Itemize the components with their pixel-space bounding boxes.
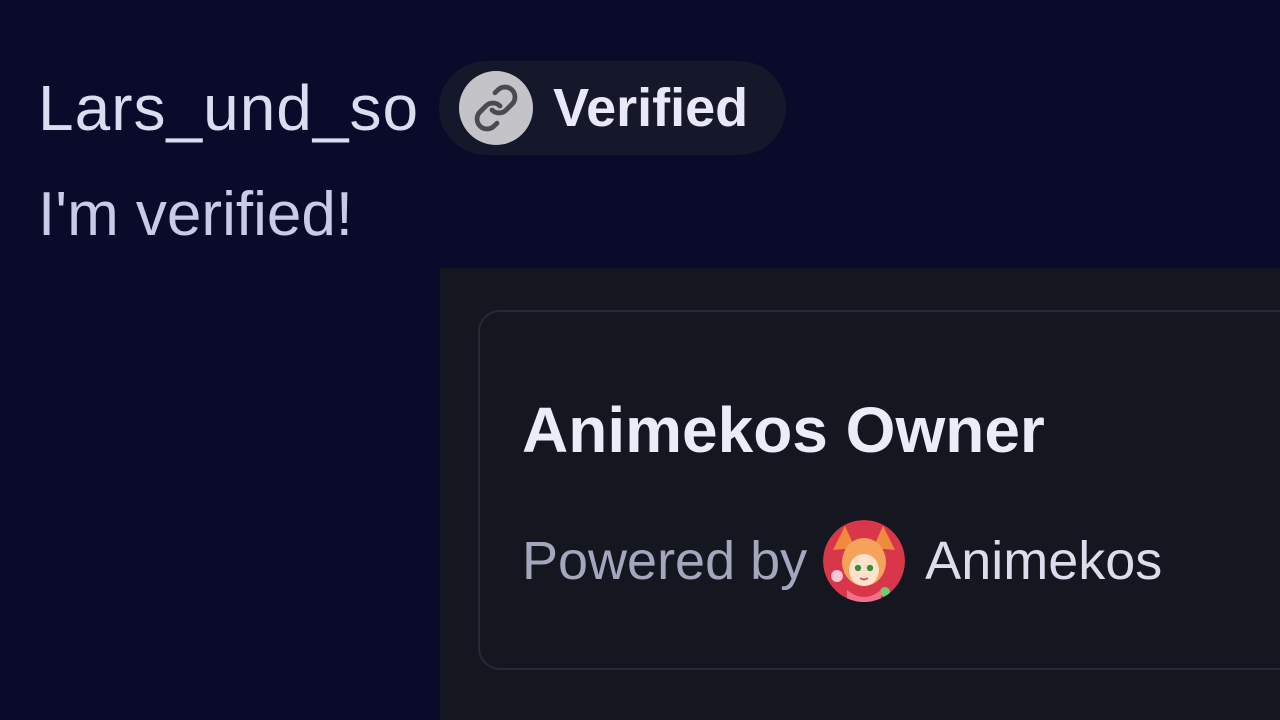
powered-by-row: Powered by Animekos xyxy=(522,518,1162,604)
embed-panel: Animekos Owner Powered by Animekos xyxy=(440,268,1280,720)
verified-label: Verified xyxy=(553,78,749,138)
profile-header: Lars_und_so Verified xyxy=(38,60,787,156)
anime-avatar-icon xyxy=(823,520,906,602)
embed-title: Animekos Owner xyxy=(522,394,1045,466)
verified-badge[interactable]: Verified xyxy=(439,61,787,155)
powered-by-label: Powered by xyxy=(522,531,808,591)
profile-page: Lars_und_so Verified I'm verified! Anime… xyxy=(0,0,1280,720)
username: Lars_und_so xyxy=(38,72,420,144)
brand-name: Animekos xyxy=(925,531,1163,591)
status-message: I'm verified! xyxy=(38,180,354,249)
link-icon xyxy=(459,71,534,145)
embed-card[interactable]: Animekos Owner Powered by Animekos xyxy=(478,310,1280,670)
